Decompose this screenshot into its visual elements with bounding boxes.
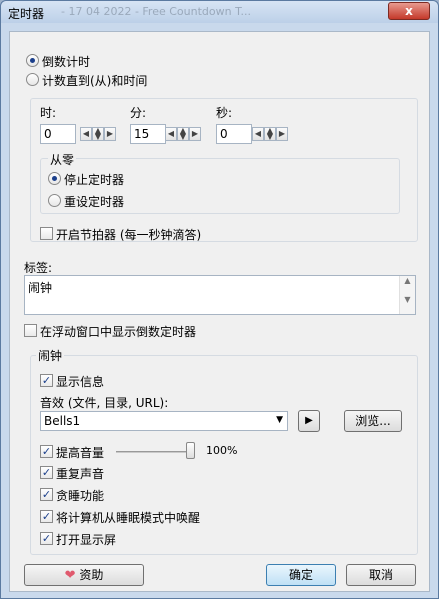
cancel-button[interactable]: 取消	[346, 564, 416, 586]
title-bar[interactable]: 定时器 - 17 04 2022 - Free Countdown T... x	[1, 1, 438, 23]
floating-window-checkbox[interactable]	[24, 324, 37, 337]
minutes-right-arrow-icon[interactable]: ▶	[189, 127, 201, 141]
hours-field[interactable]: 0	[40, 124, 76, 144]
sound-select[interactable]: Bells1 ▼	[40, 411, 288, 431]
ok-button[interactable]: 确定	[266, 564, 336, 586]
background-window-title: - 17 04 2022 - Free Countdown T...	[61, 5, 251, 18]
timer-dialog: 定时器 - 17 04 2022 - Free Countdown T... x…	[0, 0, 439, 599]
minutes-left-arrow-icon[interactable]: ◀	[165, 127, 177, 141]
browse-button[interactable]: 浏览...	[344, 410, 402, 432]
seconds-field[interactable]: 0	[216, 124, 252, 144]
hours-left-arrow-icon[interactable]: ◀	[80, 127, 92, 141]
snooze-checkbox[interactable]: ✓	[40, 488, 53, 501]
raise-volume-label: 提高音量	[56, 446, 105, 460]
sound-label: 音效 (文件, 目录, URL):	[40, 396, 169, 410]
stop-timer-radio[interactable]	[48, 172, 61, 185]
display-on-label: 打开显示屏	[56, 533, 117, 547]
tag-value: 闹钟	[28, 281, 53, 295]
countdown-label: 倒数计时	[42, 55, 91, 69]
raise-volume-checkbox[interactable]: ✓	[40, 445, 53, 458]
minutes-updown-icon[interactable]: ▲ ▼	[177, 127, 189, 141]
sound-value: Bells1	[44, 414, 81, 428]
minutes-label: 分:	[130, 106, 147, 120]
seconds-label: 秒:	[216, 106, 233, 120]
volume-slider-thumb[interactable]	[186, 442, 195, 459]
dialog-body: 倒数计时 计数直到(从)和时间 时: 0 ◀ ▲ ▼ ▶ 分: 15 ◀ ▲ ▼ ▶…	[9, 31, 430, 592]
wake-computer-checkbox[interactable]: ✓	[40, 510, 53, 523]
countup-label: 计数直到(从)和时间	[42, 74, 148, 88]
volume-percent: 100%	[206, 444, 238, 457]
tag-label: 标签:	[24, 261, 53, 275]
minutes-field[interactable]: 15	[130, 124, 166, 144]
countup-radio[interactable]	[26, 73, 39, 86]
metronome-checkbox[interactable]	[40, 227, 53, 240]
close-icon: x	[405, 4, 413, 18]
tag-scrollbar[interactable]: ▲ ▼	[399, 276, 415, 314]
snooze-label: 贪睡功能	[56, 489, 105, 503]
play-icon: ▶	[305, 415, 313, 426]
reset-timer-radio[interactable]	[48, 194, 61, 207]
floating-window-label: 在浮动窗口中显示倒数定时器	[40, 325, 197, 339]
donate-label: 资助	[79, 568, 104, 582]
seconds-right-arrow-icon[interactable]: ▶	[276, 127, 288, 141]
volume-slider-track[interactable]	[116, 451, 194, 453]
heart-icon: ❤	[64, 568, 76, 583]
window-title: 定时器	[8, 7, 45, 21]
play-button[interactable]: ▶	[298, 410, 320, 432]
seconds-left-arrow-icon[interactable]: ◀	[252, 127, 264, 141]
reset-timer-label: 重设定时器	[64, 195, 125, 209]
countdown-radio[interactable]	[26, 54, 39, 67]
tag-textarea[interactable]: 闹钟 ▲ ▼	[24, 275, 416, 315]
hours-label: 时:	[40, 106, 57, 120]
hours-right-arrow-icon[interactable]: ▶	[104, 127, 116, 141]
chevron-down-icon: ▼	[276, 415, 283, 425]
display-on-checkbox[interactable]: ✓	[40, 532, 53, 545]
wake-computer-label: 将计算机从睡眠模式中唤醒	[56, 511, 201, 525]
show-message-label: 显示信息	[56, 375, 105, 389]
repeat-sound-label: 重复声音	[56, 467, 105, 481]
stop-timer-label: 停止定时器	[64, 173, 125, 187]
donate-button[interactable]: ❤ 资助	[24, 564, 144, 586]
scroll-up-icon[interactable]: ▲	[400, 276, 415, 285]
repeat-sound-checkbox[interactable]: ✓	[40, 466, 53, 479]
alarm-label: 闹钟	[36, 347, 65, 364]
close-button[interactable]: x	[388, 2, 430, 20]
show-message-checkbox[interactable]: ✓	[40, 374, 53, 387]
seconds-updown-icon[interactable]: ▲ ▼	[264, 127, 276, 141]
hours-updown-icon[interactable]: ▲ ▼	[92, 127, 104, 141]
from-zero-label: 从零	[48, 151, 77, 168]
scroll-down-icon[interactable]: ▼	[400, 295, 415, 304]
metronome-label: 开启节拍器 (每一秒钟滴答)	[56, 228, 202, 242]
